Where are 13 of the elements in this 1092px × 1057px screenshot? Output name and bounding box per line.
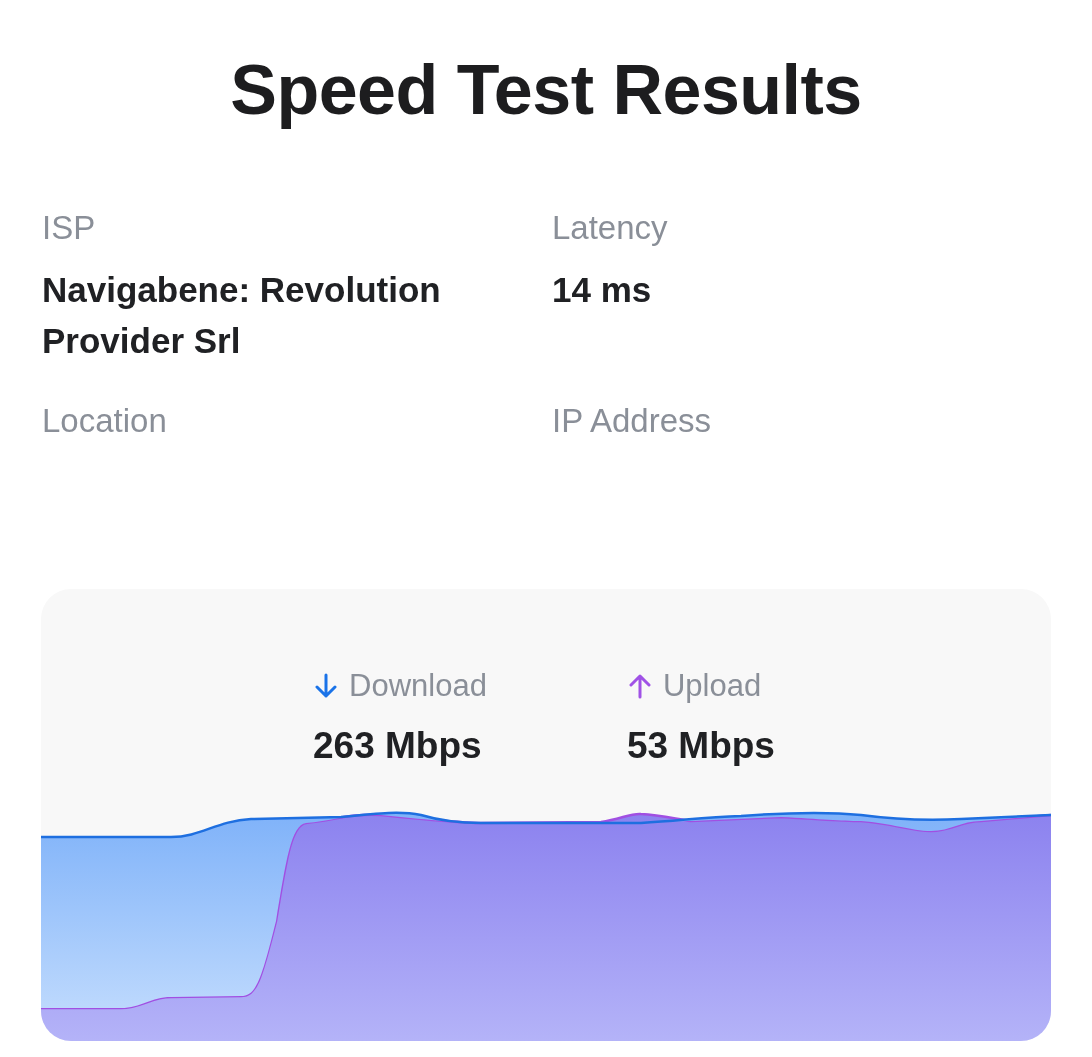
info-value: Navigabene: Revolution Provider Srl [42, 269, 442, 362]
arrow-down-icon [315, 673, 338, 699]
info-label: Location [42, 402, 168, 440]
speed-label: Download [349, 668, 487, 704]
info-label: ISP [42, 209, 97, 247]
speed-value: 263 Mbps [313, 726, 483, 766]
page-title: Speed Test Results [229, 52, 863, 128]
arrow-up-icon [628, 673, 651, 699]
speed-label: Upload [662, 668, 762, 704]
info-label: Latency [552, 209, 669, 247]
speed-value: 53 Mbps [626, 726, 775, 766]
info-value: 14 ms [552, 269, 653, 311]
info-label: IP Address [552, 402, 712, 440]
